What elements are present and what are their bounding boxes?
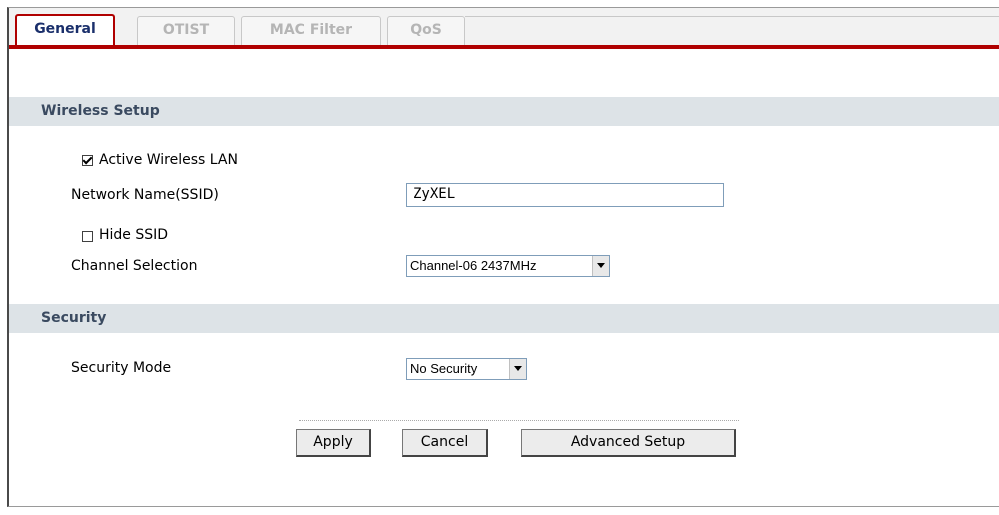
tab-bar: General OTIST MAC Filter QoS [9,8,999,49]
cancel-button[interactable]: Cancel [402,429,488,457]
section-wireless-setup-header: Wireless Setup [9,97,999,126]
channel-select-value: Channel-06 2437MHz [410,258,537,273]
ssid-label: Network Name(SSID) [71,187,219,203]
chevron-down-icon[interactable] [509,359,526,379]
tab-otist[interactable]: OTIST [137,16,235,45]
chevron-down-icon[interactable] [592,256,609,276]
advanced-setup-button[interactable]: Advanced Setup [521,429,736,457]
active-wireless-lan-label: Active Wireless LAN [99,152,238,168]
active-wireless-lan-checkbox[interactable] [82,155,93,166]
section-security-header: Security [9,304,999,333]
tab-mac-filter[interactable]: MAC Filter [241,16,381,45]
security-mode-label: Security Mode [71,360,172,376]
apply-button[interactable]: Apply [296,429,371,457]
channel-select[interactable]: Channel-06 2437MHz [406,255,610,277]
divider [299,420,739,421]
tab-general[interactable]: General [15,14,115,45]
ssid-input[interactable]: ZyXEL [406,183,724,207]
panel-frame: General OTIST MAC Filter QoS Wireless Se… [7,7,999,507]
tab-line [465,16,999,46]
channel-selection-label: Channel Selection [71,258,198,274]
security-mode-select[interactable]: No Security [406,358,527,380]
security-mode-select-value: No Security [410,361,478,376]
tab-qos[interactable]: QoS [387,16,465,45]
hide-ssid-label: Hide SSID [99,227,169,243]
hide-ssid-checkbox[interactable] [82,231,93,242]
